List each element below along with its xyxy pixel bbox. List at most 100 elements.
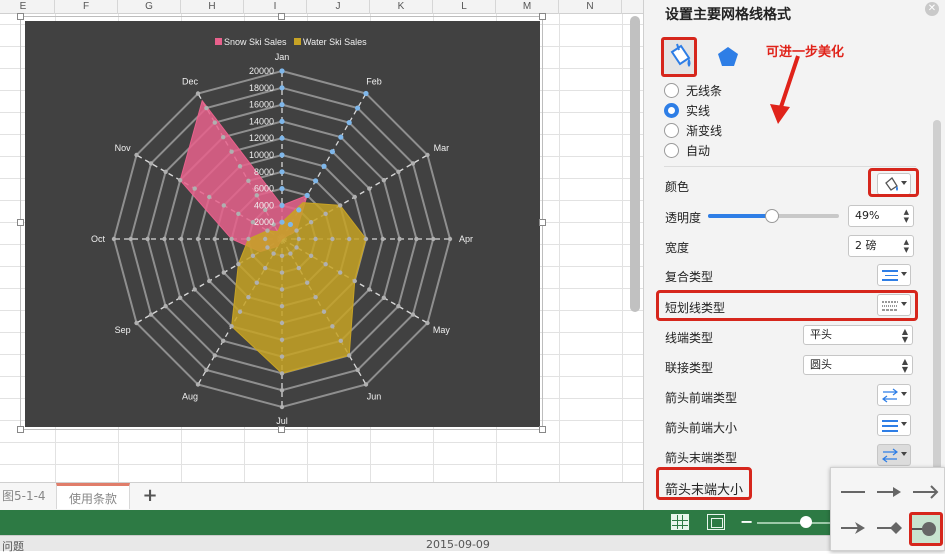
category-label: Mar xyxy=(434,143,450,153)
gridline-marker xyxy=(337,203,343,208)
resize-handle[interactable] xyxy=(539,13,546,20)
gridline-marker xyxy=(254,280,259,285)
category-label: Aug xyxy=(182,392,198,402)
cap-type-value: 平头 xyxy=(810,328,832,341)
radio-circle[interactable] xyxy=(664,83,679,98)
selected-gridline-marker xyxy=(279,68,285,74)
gridline-marker xyxy=(396,169,401,174)
page-layout-view-icon[interactable] xyxy=(707,514,725,530)
cap-type-select[interactable]: 平头 ▲ ▼ xyxy=(803,325,913,345)
spinner-arrows-icon[interactable]: ▲ ▼ xyxy=(904,238,909,254)
category-label: Sep xyxy=(115,325,131,335)
column-header[interactable]: L xyxy=(433,0,496,14)
resize-handle[interactable] xyxy=(278,426,285,433)
paint-bucket-icon xyxy=(670,43,691,67)
selected-gridline-marker xyxy=(329,149,335,155)
close-icon[interactable]: ✕ xyxy=(925,2,939,16)
gridline-marker xyxy=(279,337,285,342)
gridline-marker xyxy=(250,253,256,258)
selected-gridline-marker xyxy=(304,192,310,198)
arrow-size-option[interactable] xyxy=(835,480,871,504)
effects-tab[interactable] xyxy=(716,44,740,70)
normal-view-icon[interactable] xyxy=(671,514,689,530)
arrow-size-option[interactable] xyxy=(835,516,871,540)
category-label: May xyxy=(433,325,451,335)
radial-tick-label: 2000 xyxy=(254,217,274,227)
radio-circle[interactable] xyxy=(664,123,679,138)
radio-label: 无线条 xyxy=(686,84,723,98)
gridline-marker xyxy=(271,251,276,256)
spreadsheet-area[interactable]: EFGHIJKLMN 2000 4000 6000 8000 10000 12000 140… xyxy=(0,0,643,512)
column-header[interactable]: E xyxy=(0,0,55,14)
gridline-marker xyxy=(337,270,343,275)
arrow-end-type-button[interactable] xyxy=(877,444,911,466)
legend-swatch xyxy=(294,38,301,45)
vertical-scrollbar[interactable] xyxy=(630,16,640,312)
resize-handle[interactable] xyxy=(539,219,546,226)
radio-circle[interactable] xyxy=(664,143,679,158)
add-sheet-button[interactable]: + xyxy=(140,483,160,509)
arrow-size-option-selected[interactable] xyxy=(909,512,943,546)
panel-scrollbar[interactable] xyxy=(933,120,941,470)
zoom-out-icon[interactable]: − xyxy=(740,512,753,531)
zoom-slider[interactable] xyxy=(757,522,837,524)
column-header[interactable]: J xyxy=(307,0,370,14)
gridline-marker xyxy=(254,193,259,198)
arrow-begin-size-button[interactable] xyxy=(877,414,911,436)
column-header[interactable]: K xyxy=(370,0,433,14)
selected-gridline-marker xyxy=(287,221,293,228)
arrow-size-option[interactable] xyxy=(907,480,943,504)
gridline-marker xyxy=(134,152,139,158)
cap-type-label: 线端类型 xyxy=(665,331,714,345)
chart-object[interactable]: 2000 4000 6000 8000 10000 12000 14000 16000 1800… xyxy=(20,16,543,430)
width-input[interactable]: 2 磅 ▲ ▼ xyxy=(848,235,914,257)
gridline-marker xyxy=(162,236,167,242)
arrow-size-option[interactable] xyxy=(871,516,907,540)
column-header[interactable]: I xyxy=(244,0,307,14)
arrow-begin-type-button[interactable] xyxy=(877,384,911,406)
transparency-input[interactable]: 49% ▲ ▼ xyxy=(848,205,914,227)
radio-circle[interactable] xyxy=(664,103,679,118)
transparency-slider[interactable] xyxy=(708,209,839,223)
gridline-marker xyxy=(414,236,419,242)
column-header-bar: EFGHIJKLMN xyxy=(0,0,643,14)
chevron-down-icon xyxy=(901,422,907,426)
selected-gridline-marker xyxy=(338,134,344,140)
radar-chart[interactable]: 2000 4000 6000 8000 10000 12000 14000 16000 1800… xyxy=(25,21,540,427)
sheet-tab-active[interactable]: 使用条款 xyxy=(56,483,130,509)
arrow-size-option[interactable] xyxy=(871,480,907,504)
category-label: Jul xyxy=(276,416,288,426)
resize-handle[interactable] xyxy=(17,219,24,226)
gridline-marker xyxy=(431,236,436,242)
spinner-arrows-icon[interactable]: ▲ ▼ xyxy=(904,208,909,224)
gridline-marker xyxy=(367,287,372,292)
sheet-tab[interactable]: 图5-1-4 xyxy=(0,483,54,509)
resize-handle[interactable] xyxy=(17,13,24,20)
gridline-marker xyxy=(148,312,154,317)
column-header[interactable]: F xyxy=(55,0,118,14)
resize-handle[interactable] xyxy=(278,13,285,20)
fill-line-tab[interactable] xyxy=(661,37,697,77)
zoom-slider-thumb[interactable] xyxy=(800,516,812,528)
select-arrows-icon: ▲ ▼ xyxy=(901,327,908,344)
column-header[interactable]: N xyxy=(559,0,622,14)
gridline-marker xyxy=(279,354,285,359)
gridline-marker xyxy=(294,245,299,250)
radial-tick-label: 8000 xyxy=(254,167,274,177)
column-header[interactable]: H xyxy=(181,0,244,14)
gridline-marker xyxy=(265,245,270,250)
gridline-marker xyxy=(330,324,335,329)
transparency-slider-thumb[interactable] xyxy=(765,209,780,223)
column-header[interactable]: M xyxy=(496,0,559,14)
column-header[interactable]: G xyxy=(118,0,181,14)
bottom-strip: 问题 2015-09-09 xyxy=(0,535,945,553)
gridline-marker xyxy=(338,338,343,344)
resize-handle[interactable] xyxy=(539,426,546,433)
stealth-arrow-icon xyxy=(841,522,865,534)
gridline-marker xyxy=(246,178,251,184)
compound-type-button[interactable] xyxy=(877,264,911,286)
arrow-begin-size-label: 箭头前端大小 xyxy=(665,421,738,435)
resize-handle[interactable] xyxy=(17,426,24,433)
join-type-select[interactable]: 圆头 ▲ ▼ xyxy=(803,355,913,375)
chevron-down-icon xyxy=(901,392,907,396)
